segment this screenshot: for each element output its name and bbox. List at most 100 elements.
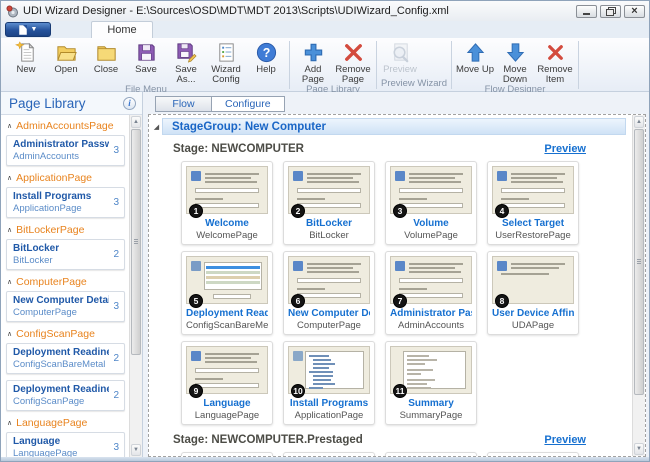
page-group-name: AdminAccountsPage: [16, 120, 113, 132]
window-close-button[interactable]: ×: [624, 5, 645, 18]
ribbon: NewOpenCloseSaveSave As...Wizard Config?…: [1, 38, 649, 92]
page-card[interactable]: [283, 452, 375, 456]
remove-page-icon: [342, 41, 365, 64]
new-button[interactable]: New: [6, 40, 46, 75]
stage-group-header[interactable]: StageGroup: New Computer: [162, 118, 626, 135]
page-title: Administrator Passw...: [390, 307, 472, 320]
scroll-down-button[interactable]: ▼: [634, 443, 644, 455]
wizard-config-button[interactable]: Wizard Config: [206, 40, 246, 85]
page-thumbnail: 6: [288, 256, 370, 304]
page-subtitle: AdminAccounts: [390, 320, 472, 332]
tab-configure[interactable]: Configure: [211, 96, 285, 112]
item-count: 3: [113, 197, 119, 208]
page-title: Select Target: [492, 217, 574, 230]
tab-flow[interactable]: Flow: [155, 96, 212, 112]
sidebar-scrollbar[interactable]: ▲ ▼: [129, 115, 142, 457]
page-group-header-configscanpage[interactable]: ∧ConfigScanPage: [7, 328, 127, 340]
page-group-header-adminaccountspage[interactable]: ∧AdminAccountsPage: [7, 120, 127, 132]
page-card[interactable]: 2BitLockerBitLocker: [283, 161, 375, 245]
info-icon[interactable]: i: [123, 97, 136, 110]
scroll-thumb[interactable]: [634, 129, 644, 395]
page-library-item[interactable]: BitLockerBitLocker2: [6, 239, 125, 270]
app-menu-button[interactable]: ▼: [5, 22, 51, 37]
page-library-item[interactable]: New Computer DetailsComputerPage3: [6, 291, 125, 322]
item-title: New Computer Details: [13, 294, 109, 307]
chevron-down-icon: ▼: [31, 26, 38, 33]
page-thumbnail: 1: [186, 166, 268, 214]
scroll-up-button[interactable]: ▲: [634, 116, 644, 128]
page-card[interactable]: 4Select TargetUserRestorePage: [487, 161, 579, 245]
page-group-header-languagepage[interactable]: ∧LanguagePage: [7, 417, 127, 429]
svg-text:?: ?: [262, 46, 270, 60]
remove-page-button[interactable]: Remove Page: [333, 40, 373, 85]
page-card[interactable]: 1WelcomeWelcomePage: [181, 161, 273, 245]
window-minimize-button[interactable]: [576, 5, 597, 18]
page-card[interactable]: [385, 452, 477, 456]
scroll-down-button[interactable]: ▼: [131, 444, 141, 456]
preview-link[interactable]: Preview: [544, 434, 586, 446]
add-page-icon: [302, 41, 325, 64]
page-library-item[interactable]: Install ProgramsApplicationPage3: [6, 187, 125, 218]
scroll-up-button[interactable]: ▲: [131, 116, 141, 128]
page-card[interactable]: 11SummarySummaryPage: [385, 341, 477, 425]
close-button[interactable]: Close: [86, 40, 126, 75]
page-library-title: Page Library: [9, 96, 86, 111]
new-document-icon: [15, 41, 38, 64]
save-as-button[interactable]: Save As...: [166, 40, 206, 85]
ribbon-button-label: Wizard Config: [206, 65, 246, 85]
page-thumbnail: 8: [492, 256, 574, 304]
page-group-header-computerpage[interactable]: ∧ComputerPage: [7, 276, 127, 288]
remove-item-button[interactable]: Remove Item: [535, 40, 575, 85]
item-title: Language: [13, 435, 77, 448]
page-group-name: ApplicationPage: [16, 172, 92, 184]
page-card[interactable]: 6New Computer DetailsComputerPage: [283, 251, 375, 335]
page-library-item[interactable]: Administrator PasswordAdminAccounts3: [6, 135, 125, 166]
page-library-list: ∧AdminAccountsPage Administrator Password…: [1, 115, 129, 457]
scroll-track[interactable]: [131, 129, 141, 443]
scroll-thumb[interactable]: [131, 129, 141, 355]
expander-icon[interactable]: ◢: [151, 123, 162, 131]
tab-home[interactable]: Home: [91, 21, 153, 38]
minimize-icon: [583, 13, 590, 15]
move-up-button[interactable]: Move Up: [455, 40, 495, 75]
stage-title: Stage: NEWCOMPUTER.Prestaged: [173, 434, 363, 446]
preview-link[interactable]: Preview: [544, 143, 586, 155]
save-button[interactable]: Save: [126, 40, 166, 75]
main-scrollbar[interactable]: ▲ ▼: [632, 115, 645, 456]
ribbon-button-label: Save As...: [166, 65, 206, 85]
page-card[interactable]: 8User Device AffinityUDAPage: [487, 251, 579, 335]
page-title: Welcome: [186, 217, 268, 230]
page-card[interactable]: [487, 452, 579, 456]
page-card[interactable]: 9LanguageLanguagePage: [181, 341, 273, 425]
move-down-icon: [504, 41, 527, 64]
item-title: Deployment Readiness: [13, 383, 109, 396]
page-card[interactable]: [181, 452, 273, 456]
move-down-button[interactable]: Move Down: [495, 40, 535, 85]
add-page-button[interactable]: Add Page: [293, 40, 333, 85]
content-area: Page Library i ∧AdminAccountsPage Adminis…: [1, 92, 649, 457]
window-restore-button[interactable]: [600, 5, 621, 18]
scroll-track[interactable]: [634, 129, 644, 442]
page-library-item[interactable]: Deployment ReadinessConfigScanBareMetal2: [6, 343, 125, 374]
page-library-panel: Page Library i ∧AdminAccountsPage Adminis…: [1, 92, 143, 457]
page-card[interactable]: 10Install ProgramsApplicationPage: [283, 341, 375, 425]
page-card[interactable]: 3VolumeVolumePage: [385, 161, 477, 245]
help-button[interactable]: ?Help: [246, 40, 286, 75]
page-card[interactable]: 5Deployment ReadinessConfigScanBareMetal: [181, 251, 273, 335]
view-tabs: Flow Configure: [143, 92, 649, 112]
page-library-item[interactable]: Deployment ReadinessConfigScanPage2: [6, 380, 125, 411]
page-number-badge: 11: [393, 384, 407, 398]
page-card[interactable]: 7Administrator Passw...AdminAccounts: [385, 251, 477, 335]
app-icon: [6, 5, 19, 18]
move-up-icon: [464, 41, 487, 64]
page-number-badge: 9: [189, 384, 203, 398]
open-button[interactable]: Open: [46, 40, 86, 75]
item-title: Deployment Readiness: [13, 346, 109, 359]
item-title: BitLocker: [13, 242, 59, 255]
page-library-item[interactable]: LanguageLanguagePage3: [6, 432, 125, 457]
page-group-header-applicationpage[interactable]: ∧ApplicationPage: [7, 172, 127, 184]
main-panel: Flow Configure ◢ StageGroup: New Compute…: [143, 92, 649, 457]
page-group-header-bitlockerpage[interactable]: ∧BitLockerPage: [7, 224, 127, 236]
page-subtitle: SummaryPage: [390, 410, 472, 422]
page-group-name: ConfigScanPage: [16, 328, 95, 340]
